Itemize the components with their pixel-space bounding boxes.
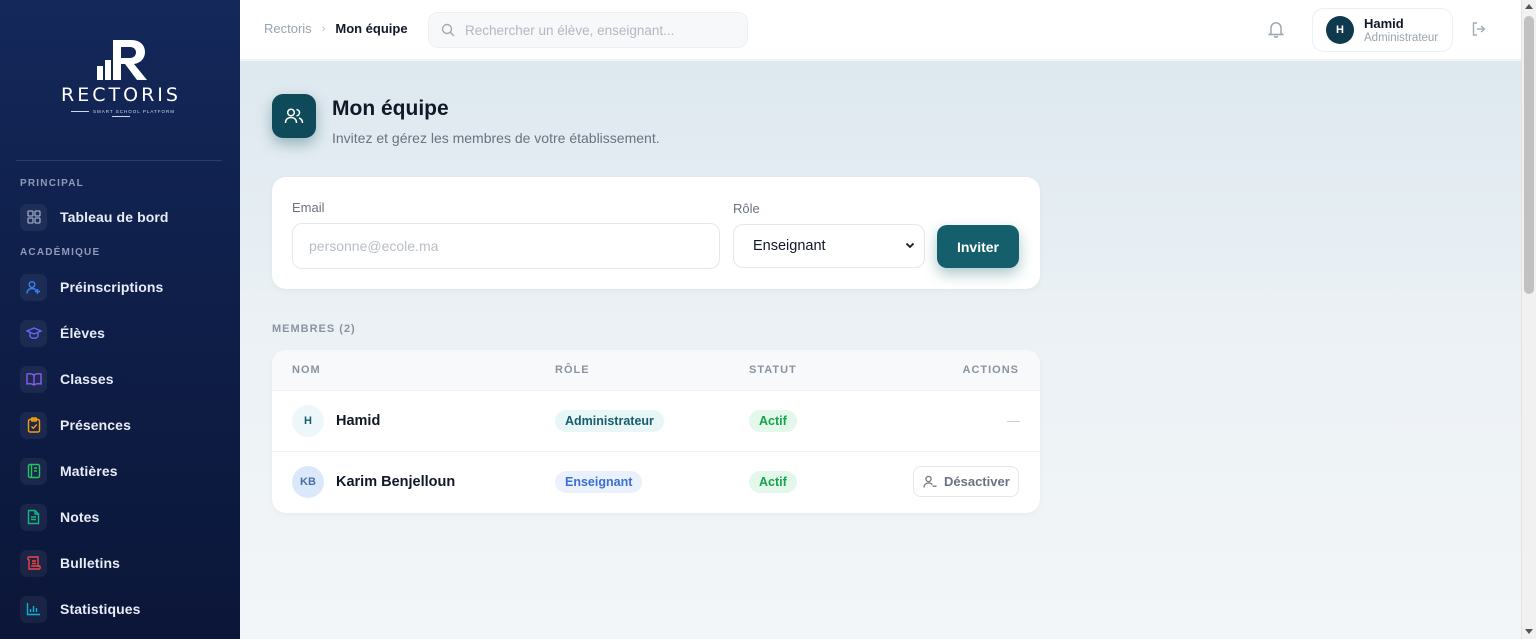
deactivate-button-label: Désactiver [944, 474, 1010, 489]
avatar: H [292, 405, 324, 437]
user-role: Administrateur [1364, 31, 1439, 44]
role-select-value: Enseignant [753, 238, 826, 254]
sidebar-item-label: Présences [60, 417, 131, 433]
sidebar-item-preinscriptions[interactable]: Préinscriptions [20, 273, 220, 301]
scroll-icon [20, 549, 47, 577]
notifications-bell-icon[interactable] [1267, 20, 1285, 43]
sidebar-item-presences[interactable]: Présences [20, 411, 220, 439]
table-header: NOM RÔLE STATUT ACTIONS [272, 350, 1040, 391]
deactivate-button[interactable]: Désactiver [913, 466, 1019, 497]
sidebar-divider [16, 160, 222, 161]
role-label: Rôle [733, 201, 760, 216]
avatar: H [1326, 16, 1354, 44]
graduation-cap-icon [20, 319, 47, 347]
rectoris-logo-mark-icon [97, 40, 147, 80]
invite-button[interactable]: Inviter [937, 225, 1019, 268]
chevron-right-icon: › [321, 22, 326, 35]
members-section-label: MEMBRES (2) [272, 323, 356, 335]
email-label: Email [292, 200, 325, 215]
search-icon [441, 23, 455, 37]
sidebar: RECTORIS SMART SCHOOL PLATFORM PRINCIPAL… [0, 0, 240, 639]
sidebar-item-label: Classes [60, 371, 114, 387]
status-badge: Actif [749, 410, 797, 432]
no-action-placeholder: — [1007, 413, 1020, 428]
page-subtitle: Invitez et gérez les membres de votre ét… [332, 130, 660, 146]
sidebar-item-statistiques[interactable]: Statistiques [20, 595, 220, 623]
page-scrollbar[interactable] [1521, 0, 1536, 639]
invite-form-card: Email Rôle Enseignant Inviter [272, 177, 1040, 289]
sidebar-item-label: Statistiques [60, 601, 141, 617]
sidebar-item-tableau-de-bord[interactable]: Tableau de bord [20, 203, 220, 231]
brand-tagline: SMART SCHOOL PLATFORM [56, 109, 186, 119]
sidebar-item-label: Bulletins [60, 555, 121, 571]
sidebar-item-classes[interactable]: Classes [20, 365, 220, 393]
role-select[interactable]: Enseignant [733, 224, 925, 268]
email-field[interactable] [292, 223, 720, 269]
topbar: Rectoris › Mon équipe H Hamid Administra… [240, 0, 1521, 60]
file-text-icon [20, 503, 47, 531]
bar-chart-icon [20, 595, 47, 623]
table-row: KB Karim Benjelloun Enseignant Actif Dés… [272, 451, 1040, 512]
member-name: Karim Benjelloun [336, 474, 456, 490]
role-badge: Administrateur [555, 410, 664, 432]
breadcrumb-current: Mon équipe [335, 21, 408, 36]
rectoris-logo[interactable]: RECTORIS SMART SCHOOL PLATFORM [56, 36, 186, 122]
sidebar-item-matieres[interactable]: Matières [20, 457, 220, 485]
sidebar-item-label: Tableau de bord [60, 209, 169, 225]
sidebar-item-notes[interactable]: Notes [20, 503, 220, 531]
clipboard-check-icon [20, 411, 47, 439]
main-content: Mon équipe Invitez et gérez les membres … [240, 61, 1521, 639]
column-header-actions: ACTIONS [962, 364, 1019, 376]
search-box[interactable] [428, 12, 748, 48]
notebook-icon [20, 457, 47, 485]
user-minus-icon [923, 475, 937, 488]
status-badge: Actif [749, 471, 797, 493]
members-table: NOM RÔLE STATUT ACTIONS H Hamid Administ… [272, 350, 1040, 513]
breadcrumb-root[interactable]: Rectoris [264, 21, 312, 36]
user-plus-icon [20, 273, 47, 301]
book-open-icon [20, 365, 47, 393]
sidebar-item-bulletins[interactable]: Bulletins [20, 549, 220, 577]
sidebar-item-label: Matières [60, 463, 118, 479]
table-row: H Hamid Administrateur Actif — [272, 391, 1040, 452]
breadcrumb: Rectoris › Mon équipe [264, 21, 408, 36]
search-input[interactable] [465, 22, 735, 38]
user-menu[interactable]: H Hamid Administrateur [1312, 8, 1453, 52]
column-header-nom: NOM [292, 364, 321, 376]
column-header-statut: STATUT [749, 364, 797, 376]
page-title: Mon équipe [332, 97, 449, 120]
dashboard-grid-icon [20, 203, 47, 231]
section-label-academique: ACADÉMIQUE [20, 247, 101, 258]
sidebar-item-label: Élèves [60, 325, 105, 341]
member-name: Hamid [336, 413, 381, 429]
brand-name: RECTORIS [61, 84, 181, 106]
scroll-up-arrow-icon[interactable] [1525, 4, 1533, 9]
section-label-principal: PRINCIPAL [20, 178, 84, 189]
sidebar-item-label: Notes [60, 509, 100, 525]
role-badge: Enseignant [555, 471, 643, 493]
column-header-role: RÔLE [555, 364, 590, 376]
scroll-down-arrow-icon[interactable] [1525, 629, 1533, 634]
logout-icon[interactable] [1471, 21, 1487, 42]
sidebar-item-eleves[interactable]: Élèves [20, 319, 220, 347]
sidebar-item-label: Préinscriptions [60, 279, 164, 295]
chevron-down-icon [905, 242, 915, 249]
avatar: KB [292, 466, 324, 498]
scrollbar-thumb[interactable] [1524, 16, 1534, 294]
users-icon [272, 94, 316, 138]
user-name: Hamid [1364, 15, 1404, 31]
